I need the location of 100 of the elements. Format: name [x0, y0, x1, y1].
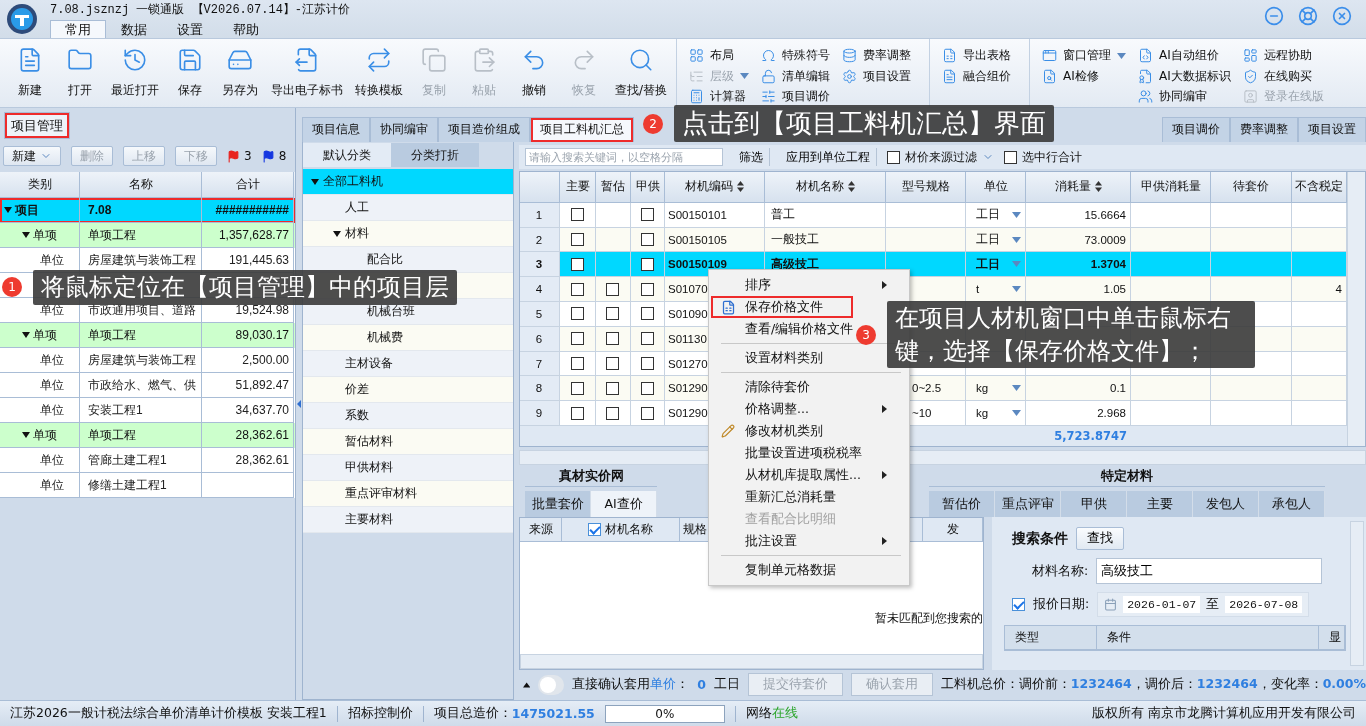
name-text: 管廊土建工程1: [88, 451, 167, 469]
count-value: 0: [697, 677, 706, 692]
code-text: S00150101: [668, 208, 727, 221]
total-text: ###########: [215, 203, 289, 217]
bid-type: 招标控制价: [347, 705, 413, 722]
tree-label: 机械费: [367, 329, 403, 346]
group-title: 特定材料: [1100, 467, 1154, 485]
row-number: 9: [520, 401, 560, 427]
section-title: 搜索条件: [1012, 529, 1068, 548]
quantity-text: 1.05: [1103, 283, 1126, 296]
category-text: 单位: [40, 251, 64, 269]
tree-label: 主材设备: [345, 355, 393, 372]
category-text: 单位: [40, 476, 64, 494]
total-text: 191,445.63: [228, 253, 289, 267]
unit-text: 工日: [976, 207, 1000, 223]
copyright-text: 版权所有 南京市龙腾计算机应用开发有限公司: [1092, 705, 1356, 722]
row-number: 7: [520, 351, 560, 377]
total-text: 2,500.00: [242, 353, 289, 367]
row-number: 3: [520, 252, 560, 278]
total-value: 1475021.55: [511, 706, 595, 721]
code-text: S01090: [668, 307, 708, 320]
tree-label: 材料: [345, 225, 369, 242]
progress-text: 0%: [655, 706, 675, 721]
name-text: 市政给水、燃气、供: [88, 376, 196, 394]
code-text: S01270: [668, 357, 708, 370]
row-number: 5: [520, 302, 560, 327]
category-text: 单位: [40, 401, 64, 419]
quantity-text: 1.3704: [1090, 258, 1126, 271]
name-text: 高级技工: [771, 256, 819, 272]
total-text: 1,357,628.77: [218, 228, 289, 242]
field-label: 报价日期:: [1033, 596, 1090, 613]
total-value: 1232464: [1196, 676, 1258, 693]
total-text: 28,362.61: [235, 428, 289, 442]
code-text: S01070: [668, 283, 708, 296]
spec-text: 0~2.5: [912, 382, 942, 395]
tree-label: 人工: [345, 199, 369, 216]
total-label: ，调价后：: [1131, 676, 1197, 693]
name-text: 7.08: [88, 203, 112, 217]
name-text: 一般技工: [771, 232, 819, 247]
field-label: 材料名称:: [1032, 562, 1089, 580]
total-value: 0.00%: [1322, 676, 1366, 693]
category-text: 单项: [33, 326, 57, 344]
row-number: 2: [520, 227, 560, 253]
code-text: S00150105: [668, 233, 727, 246]
code-text: S01290: [668, 407, 708, 420]
name-text: 安装工程1: [88, 401, 143, 419]
row-number: 8: [520, 376, 560, 402]
spec-text: ~10: [912, 407, 932, 420]
tree-label: 甲供材料: [345, 459, 393, 476]
callout-tooltip: 点击到【项目工料机汇总】界面: [674, 105, 1054, 143]
category-text: 单位: [40, 451, 64, 469]
tree-label: 配合比: [367, 251, 403, 268]
name-text: 修缮土建工程1: [88, 476, 167, 494]
count-unit: 工日: [713, 676, 740, 693]
tree-label: 机械台班: [367, 303, 415, 320]
tree-label: 全部工料机: [323, 173, 383, 190]
unit-text: kg: [976, 407, 989, 420]
callout-tooltip: 在项目人材机窗口中单击鼠标右键，选择【保存价格文件】；: [887, 301, 1255, 369]
unit-text: 工日: [976, 232, 1000, 247]
confirm-label: 直接确认套用单价：: [572, 676, 690, 693]
total-text: 51,892.47: [235, 378, 289, 392]
quantity-text: 0.1: [1110, 382, 1126, 395]
step-number: 2: [643, 113, 663, 134]
code-text: S01290: [668, 382, 708, 395]
group-title: 真材实价网: [557, 467, 625, 485]
checkbox-label: 选中行合计: [1022, 148, 1082, 166]
total-quantity: 5,723.8747: [1053, 428, 1128, 445]
total-text: 89,030.17: [235, 328, 289, 342]
quantity-text: 73.0009: [1084, 233, 1126, 246]
row-number: 6: [520, 326, 560, 352]
tree-label: 系数: [345, 407, 369, 424]
unit-text: kg: [976, 382, 989, 395]
category-text: 单位: [40, 376, 64, 394]
code-text: S01130: [668, 332, 707, 345]
name-text: 单项工程: [88, 226, 136, 244]
window-title: 7.08.jsznzj 一锁通版 【V2026.07.14】-江苏计价: [50, 2, 352, 19]
total-label: ，变化率：: [1257, 676, 1323, 693]
template-name: 江苏2026一般计税法综合单价清单计价模板 安装工程1: [10, 705, 327, 722]
name-text: 单项工程: [88, 326, 136, 344]
price-text: 4: [1335, 283, 1342, 296]
tree-label: 重点评审材料: [345, 485, 417, 502]
total-text: 28,362.61: [235, 453, 289, 467]
tree-label: 价差: [345, 381, 369, 398]
network-status: 网络在线: [745, 705, 798, 722]
code-text: S00150109: [668, 258, 727, 271]
tree-label: 暂估材料: [345, 433, 393, 450]
checkbox-label: 材价来源过滤: [905, 148, 977, 166]
total-text: 19,524.98: [235, 303, 289, 317]
unit-text: t: [976, 283, 980, 296]
row-number: 4: [520, 277, 560, 303]
empty-message: 暂未匹配到您搜索的: [875, 610, 983, 627]
total-value: 1232464: [1070, 676, 1132, 693]
quantity-text: 15.6664: [1084, 208, 1126, 221]
quantity-text: 2.968: [1097, 407, 1126, 420]
name-text: 单项工程: [88, 426, 136, 444]
callout-tooltip: 将鼠标定位在【项目管理】中的项目层: [33, 270, 457, 305]
category-text: 项目: [15, 201, 39, 219]
flag-count: 3: [244, 149, 252, 163]
unit-text: 工日: [976, 256, 1000, 272]
total-label: 工料机总价：调价前：: [940, 676, 1071, 693]
